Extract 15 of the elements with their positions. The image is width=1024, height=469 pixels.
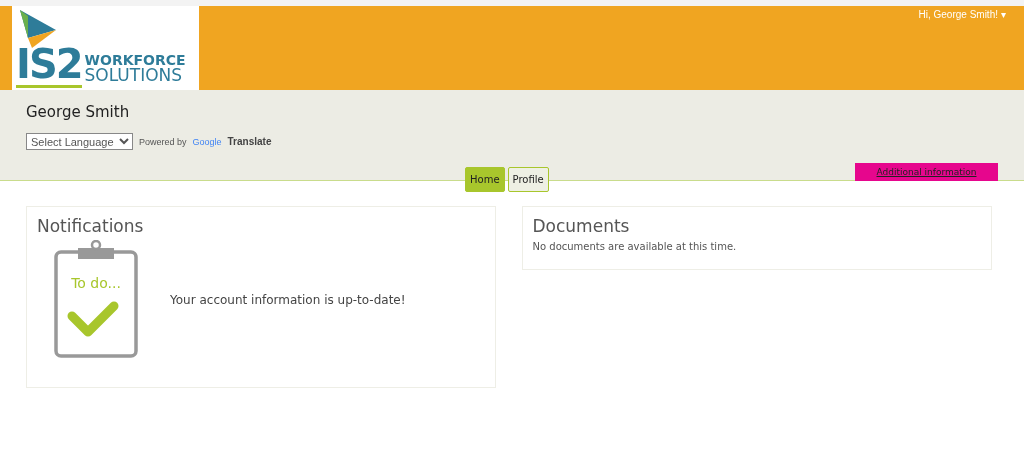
caret-icon: ▾ bbox=[1001, 9, 1006, 20]
translate-text: Translate bbox=[227, 136, 272, 147]
powered-by-text: Powered by bbox=[139, 136, 187, 147]
user-name: George Smith bbox=[26, 103, 130, 121]
google-text: Google bbox=[192, 136, 222, 147]
nav-tab[interactable]: Home bbox=[465, 167, 505, 192]
card-title: Notifications bbox=[37, 216, 145, 236]
logo-text: WORKFORCE bbox=[84, 53, 186, 67]
language-select[interactable]: Select Language bbox=[26, 133, 133, 150]
additional-information-link[interactable]: Additional information bbox=[855, 163, 998, 181]
nav-tab[interactable]: Profile bbox=[507, 167, 549, 192]
status-message: Your account information is up-to-date! bbox=[170, 293, 406, 307]
card-title: Documents bbox=[532, 216, 631, 236]
empty-message: No documents are available at this time. bbox=[532, 241, 738, 252]
logo-text: SOLUTIONS bbox=[84, 67, 184, 84]
